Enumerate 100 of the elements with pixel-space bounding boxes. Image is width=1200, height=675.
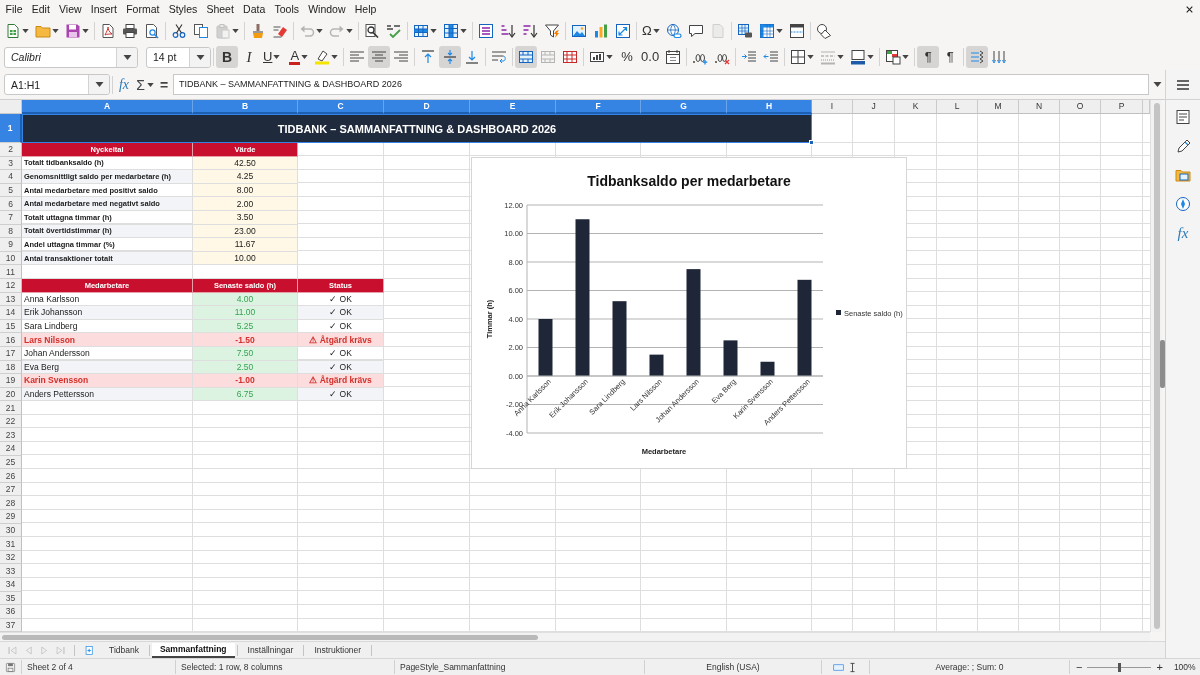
menu-item[interactable]: Format bbox=[121, 0, 165, 18]
row-header[interactable]: 24 bbox=[0, 442, 22, 456]
column-header[interactable]: N bbox=[1019, 100, 1060, 114]
compass-icon[interactable] bbox=[1175, 196, 1191, 212]
sheet-tab[interactable]: Sammanfattning bbox=[151, 642, 235, 658]
font-color-button[interactable]: A bbox=[286, 46, 312, 68]
dropdown-button[interactable] bbox=[189, 47, 210, 67]
row-header[interactable]: 1 bbox=[0, 114, 22, 143]
functions-button[interactable]: fx bbox=[1177, 225, 1189, 241]
row-header[interactable]: 11 bbox=[0, 265, 22, 279]
menu-item[interactable]: Help bbox=[350, 0, 381, 18]
function-wizard-button[interactable]: fx bbox=[115, 73, 133, 96]
column-header[interactable]: L bbox=[937, 100, 978, 114]
scrollbar-thumb[interactable] bbox=[2, 634, 538, 640]
dropdown-button[interactable] bbox=[88, 75, 109, 94]
formula-button[interactable]: = bbox=[157, 73, 171, 96]
menu-item[interactable]: Data bbox=[238, 0, 270, 18]
column-header[interactable]: J bbox=[853, 100, 895, 114]
sheet-tab[interactable]: Inställningar bbox=[239, 642, 302, 658]
row-header[interactable]: 9 bbox=[0, 238, 22, 252]
language[interactable]: English (USA) bbox=[706, 662, 760, 672]
caret-icon bbox=[301, 55, 309, 59]
column-header[interactable]: I bbox=[812, 100, 853, 114]
italic-button[interactable]: I bbox=[238, 46, 260, 68]
folder-image-icon[interactable] bbox=[1175, 167, 1191, 183]
row-header[interactable]: 34 bbox=[0, 578, 22, 592]
column-header[interactable]: P bbox=[1101, 100, 1143, 114]
scrollbar-thumb[interactable] bbox=[1154, 103, 1160, 629]
menu-item[interactable]: Sheet bbox=[201, 0, 239, 18]
row-header[interactable]: 16 bbox=[0, 333, 22, 347]
horizontal-scrollbar[interactable] bbox=[0, 632, 1150, 641]
column-header[interactable]: K bbox=[895, 100, 937, 114]
align-middle-button[interactable] bbox=[439, 46, 462, 68]
column-header[interactable]: O bbox=[1060, 100, 1101, 114]
row-header[interactable]: 4 bbox=[0, 170, 22, 184]
slider-thumb[interactable] bbox=[1117, 662, 1121, 672]
special-character-button[interactable]: Ω bbox=[639, 20, 663, 42]
row-header[interactable]: 26 bbox=[0, 469, 22, 483]
row-header[interactable]: 33 bbox=[0, 564, 22, 578]
bold-button[interactable]: B bbox=[216, 46, 238, 68]
menu-item[interactable]: Edit bbox=[27, 0, 55, 18]
sidebar-handle[interactable] bbox=[1160, 340, 1165, 388]
menu-item[interactable]: View bbox=[54, 0, 87, 18]
font-name-combobox[interactable]: Calibri bbox=[4, 46, 138, 68]
sum-button[interactable]: Σ bbox=[133, 73, 157, 96]
vertical-scrollbar[interactable] bbox=[1150, 100, 1162, 632]
value-cell: -1.00 bbox=[193, 374, 298, 388]
column-header[interactable]: F bbox=[556, 100, 641, 114]
column-header[interactable]: G bbox=[641, 100, 727, 114]
row-header[interactable]: 23 bbox=[0, 428, 22, 443]
percent-button[interactable]: % bbox=[616, 46, 639, 68]
column-header[interactable]: D bbox=[384, 100, 470, 114]
row-header[interactable]: 19 bbox=[0, 374, 22, 388]
sheet-tab[interactable]: Tidbank bbox=[101, 642, 147, 658]
row-header[interactable]: 6 bbox=[0, 197, 22, 211]
row-header[interactable]: 28 bbox=[0, 496, 22, 511]
row-header[interactable]: 2 bbox=[0, 143, 22, 157]
menu-item[interactable]: Window bbox=[303, 0, 351, 18]
formula-input[interactable]: TIDBANK – SAMMANFATTNING & DASHBOARD 2026 bbox=[173, 74, 1149, 95]
column-header[interactable]: A bbox=[22, 100, 193, 114]
frozen-grid-icon bbox=[758, 23, 775, 39]
underline-button[interactable]: U bbox=[260, 46, 284, 68]
name-box[interactable]: A1:H1 bbox=[4, 74, 110, 95]
border-color-icon bbox=[850, 49, 867, 65]
close-icon[interactable] bbox=[1185, 4, 1194, 14]
align-top-icon bbox=[420, 49, 437, 65]
menu-item[interactable]: File bbox=[1, 0, 28, 18]
column-header[interactable]: M bbox=[978, 100, 1019, 114]
align-left-icon bbox=[349, 49, 366, 65]
chart-bar bbox=[649, 354, 664, 376]
zoom-in-button[interactable]: + bbox=[1154, 661, 1165, 673]
caret-icon bbox=[807, 55, 815, 59]
menu-item[interactable]: Styles bbox=[164, 0, 202, 18]
row-header[interactable]: 21 bbox=[0, 401, 22, 415]
page-style[interactable]: PageStyle_Sammanfattning bbox=[400, 662, 506, 672]
fill-handle[interactable] bbox=[809, 140, 814, 145]
zoom-out-button[interactable]: − bbox=[1074, 661, 1085, 673]
zoom-level[interactable]: 100% bbox=[1173, 662, 1196, 672]
left-to-right-button[interactable]: ¶ bbox=[917, 46, 940, 68]
merge-center-button[interactable] bbox=[515, 46, 538, 68]
menu-item[interactable]: Tools bbox=[269, 0, 304, 18]
row-header[interactable]: 14 bbox=[0, 306, 22, 320]
column-header[interactable]: H bbox=[727, 100, 812, 114]
text-horizontal-button[interactable] bbox=[966, 46, 989, 68]
outdent-icon bbox=[763, 49, 780, 65]
menu-item[interactable]: Insert bbox=[86, 0, 122, 18]
font-size-combobox[interactable]: 14 pt bbox=[146, 46, 211, 68]
sheet-tab[interactable]: Instruktioner bbox=[306, 642, 370, 658]
dropdown-button[interactable] bbox=[116, 47, 137, 67]
row-header[interactable]: 36 bbox=[0, 605, 22, 619]
row-header[interactable]: 29 bbox=[0, 510, 22, 524]
properties-icon[interactable] bbox=[1175, 109, 1191, 125]
column-header[interactable]: B bbox=[193, 100, 298, 114]
column-header[interactable]: E bbox=[470, 100, 556, 114]
row-header[interactable]: 31 bbox=[0, 537, 22, 551]
column-header[interactable]: C bbox=[298, 100, 384, 114]
number-format-icon bbox=[589, 49, 606, 65]
pen-icon[interactable] bbox=[1175, 138, 1191, 154]
standard-format-button[interactable]: 0.0 bbox=[638, 46, 663, 68]
right-to-left-button[interactable]: ¶ bbox=[939, 46, 962, 68]
